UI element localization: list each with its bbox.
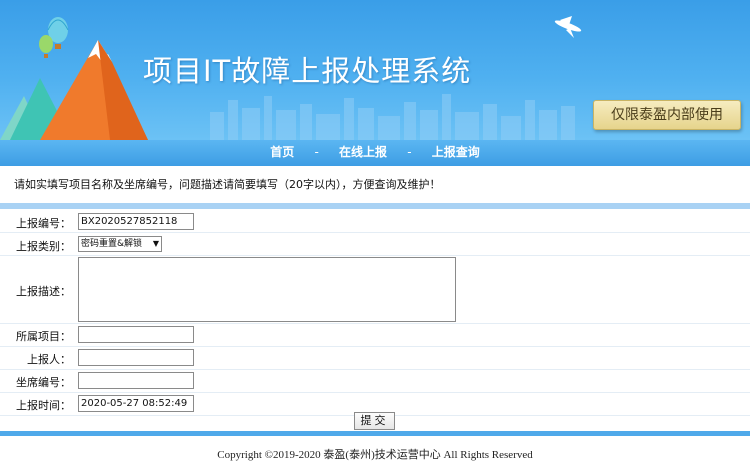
report-type-select[interactable]: 密码重置&解锁 ▼ xyxy=(78,236,162,252)
copyright-text: Copyright ©2019-2020 泰盈(泰州)技术运营中心 All Ri… xyxy=(217,449,533,461)
nav-online-report-link[interactable]: 在线上报 xyxy=(339,140,387,164)
chevron-down-icon: ▼ xyxy=(152,239,159,248)
report-time-label: 上报时间： xyxy=(16,399,71,412)
form-row-report-type: 上报类别： 密码重置&解锁 ▼ xyxy=(0,233,750,256)
footer-divider xyxy=(0,431,750,436)
report-form: 上报编号： BX2020527852118 上报类别： 密码重置&解锁 ▼ 上报… xyxy=(0,210,750,431)
form-row-reporter: 上报人： xyxy=(0,347,750,370)
report-time-input[interactable]: 2020-05-27 08:52:49 xyxy=(78,395,194,412)
description-textarea[interactable] xyxy=(78,257,456,322)
footer: Copyright ©2019-2020 泰盈(泰州)技术运营中心 All Ri… xyxy=(0,440,750,475)
seat-no-input[interactable] xyxy=(78,372,194,389)
divider-bar xyxy=(0,203,750,209)
nav-separator: - xyxy=(407,145,412,159)
form-row-project: 所属项目： xyxy=(0,324,750,347)
form-row-seat-no: 坐席编号： xyxy=(0,370,750,393)
description-label: 上报描述： xyxy=(16,285,71,298)
nav-report-query-link[interactable]: 上报查询 xyxy=(432,140,480,164)
reporter-input[interactable] xyxy=(78,349,194,366)
top-nav: 首页 - 在线上报 - 上报查询 xyxy=(0,140,750,166)
internal-use-badge: 仅限泰盈内部使用 xyxy=(593,100,741,130)
report-no-input[interactable]: BX2020527852118 xyxy=(78,213,194,230)
project-input[interactable] xyxy=(78,326,194,343)
notice-bar: 请如实填写项目名称及坐席编号，问题描述请简要填写（20字以内），方便查询及维护！ xyxy=(0,166,750,203)
submit-button[interactable]: 提交 xyxy=(354,412,395,430)
nav-separator: - xyxy=(314,145,319,159)
form-row-description: 上报描述： xyxy=(0,256,750,324)
form-row-report-no: 上报编号： BX2020527852118 xyxy=(0,210,750,233)
project-label: 所属项目： xyxy=(16,330,71,343)
nav-home-link[interactable]: 首页 xyxy=(270,140,294,164)
report-no-label: 上报编号： xyxy=(16,217,71,230)
page-title: 项目IT故障上报处理系统 xyxy=(143,54,472,88)
header-banner: 项目IT故障上报处理系统 仅限泰盈内部使用 xyxy=(0,0,750,140)
reporter-label: 上报人： xyxy=(27,353,71,366)
report-type-selected: 密码重置&解锁 xyxy=(81,239,143,249)
seat-no-label: 坐席编号： xyxy=(16,376,71,389)
notice-text: 请如实填写项目名称及坐席编号，问题描述请简要填写（20字以内），方便查询及维护！ xyxy=(14,178,441,191)
report-type-label: 上报类别： xyxy=(16,240,71,253)
